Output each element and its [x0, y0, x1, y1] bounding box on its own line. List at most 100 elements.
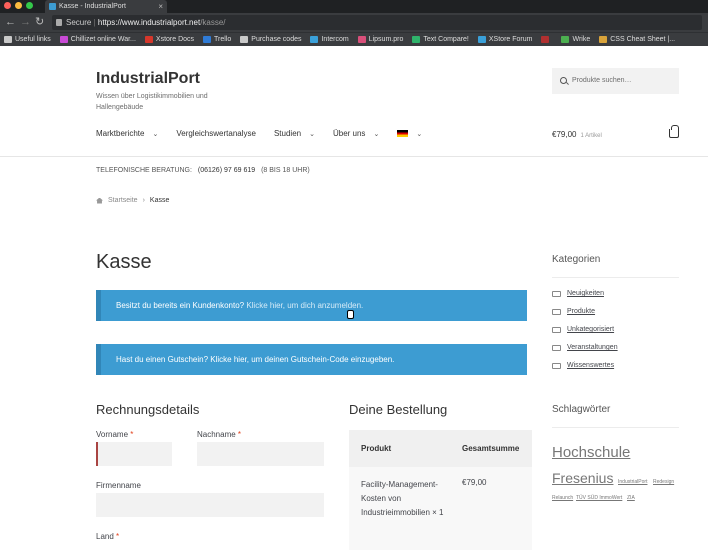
main-menu: Marktberichte ⌄ Vergleichswertanalyse Stu…	[96, 129, 440, 138]
basket-icon[interactable]	[669, 125, 679, 138]
required-mark: *	[237, 430, 242, 439]
order-title: Deine Bestellung	[349, 402, 448, 417]
menu-label: Studien	[273, 129, 302, 138]
bookmark-item[interactable]: XStore Forum	[477, 36, 532, 43]
menu-item-studien[interactable]: Studien ⌄	[274, 129, 315, 138]
url-host: https://www.industrialport.net	[97, 18, 201, 27]
tag-link[interactable]: Relaunch	[552, 495, 573, 501]
bookmark-favicon-icon	[144, 36, 153, 43]
categories-title: Kategorien	[552, 254, 601, 265]
category-item[interactable]: Veranstaltungen	[552, 344, 618, 351]
folder-icon	[552, 308, 561, 315]
bookmark-favicon-icon	[477, 36, 486, 43]
order-item-name: Facility-Management-Kosten von Industrie…	[361, 480, 444, 517]
tag-link[interactable]: ZIA	[627, 495, 635, 501]
bookmark-label: Lipsum.pro	[368, 36, 404, 43]
address-bar-row: ← → ↻ Secure | https://www.industrialpor…	[0, 13, 708, 32]
category-item[interactable]: Unkategorisiert	[552, 326, 614, 333]
language-switcher[interactable]: ⌄	[397, 129, 422, 138]
reload-icon[interactable]: ↻	[35, 16, 44, 29]
column-header-total: Gesamtsumme	[462, 444, 520, 453]
bookmark-label: Trello	[214, 36, 232, 43]
close-window-button[interactable]	[4, 2, 11, 9]
tag-link[interactable]: IndustrialPort	[618, 479, 647, 485]
column-header-product: Produkt	[361, 444, 392, 453]
site-logo[interactable]: IndustrialPort	[96, 70, 200, 88]
coupon-notice-text: Hast du einen Gutschein? Klicke hier, um…	[116, 355, 395, 364]
search-placeholder: Produkte suchen…	[572, 77, 632, 84]
tag-link[interactable]: Fresenius	[552, 470, 613, 486]
coupon-notice[interactable]: Hast du einen Gutschein? Klicke hier, um…	[96, 344, 527, 375]
menu-item-vergleichswertanalyse[interactable]: Vergleichswertanalyse	[176, 129, 256, 138]
tab-close-icon[interactable]: ×	[158, 0, 163, 13]
bookmark-favicon-icon	[357, 36, 366, 43]
bookmark-item[interactable]: Xstore Docs	[144, 36, 194, 43]
tag-link[interactable]: TÜV SÜD ImmoWert	[576, 495, 622, 501]
minimize-window-button[interactable]	[15, 2, 22, 9]
bookmark-favicon-icon	[59, 36, 68, 43]
bookmark-label: CSS Cheat Sheet |...	[610, 36, 676, 43]
phone-bar: TELEFONISCHE BERATUNG: (06126) 97 69 619…	[96, 167, 310, 174]
bookmark-item[interactable]	[541, 36, 552, 43]
folder-icon	[552, 326, 561, 333]
chevron-down-icon: ⌄	[373, 130, 380, 138]
maximize-window-button[interactable]	[26, 2, 33, 9]
cart-summary[interactable]: €79,00 1 Artikel	[552, 130, 602, 139]
tag-link[interactable]: Hochschule	[552, 444, 630, 461]
hand-cursor-icon	[347, 310, 354, 319]
category-label: Unkategorisiert	[567, 326, 615, 333]
bookmark-favicon-icon	[240, 36, 249, 43]
folder-icon	[552, 362, 561, 369]
last-name-field[interactable]	[197, 442, 324, 466]
last-name-label: Nachname *	[197, 430, 241, 439]
category-label: Produkte	[567, 308, 596, 315]
bookmark-item[interactable]: Lipsum.pro	[357, 36, 404, 43]
category-item[interactable]: Neuigkeiten	[552, 290, 604, 297]
page-title: Kasse	[96, 251, 152, 273]
breadcrumb: Startseite › Kasse	[96, 197, 169, 204]
company-label: Firmenname	[96, 481, 141, 490]
bookmark-item[interactable]: Trello	[203, 36, 231, 43]
sidebar-divider	[552, 277, 679, 278]
menu-label: Vergleichswertanalyse	[176, 129, 256, 138]
forward-arrow-icon[interactable]: →	[20, 16, 31, 29]
breadcrumb-separator: ›	[142, 197, 145, 204]
first-name-field[interactable]	[96, 442, 172, 466]
phone-number[interactable]: (06126) 97 69 619	[198, 167, 255, 174]
company-field[interactable]	[96, 493, 324, 517]
bookmark-item[interactable]: Purchase codes	[240, 36, 301, 43]
menu-label: Über uns	[332, 129, 366, 138]
browser-tab[interactable]: Kasse - IndustrialPort ×	[45, 0, 167, 13]
bookmark-label: Wrike	[572, 36, 591, 43]
tag-link[interactable]: Redesign	[653, 479, 674, 485]
category-item[interactable]: Wissenswertes	[552, 362, 614, 369]
bookmark-item[interactable]: Intercom	[310, 36, 349, 43]
menu-item-marktberichte[interactable]: Marktberichte ⌄	[96, 129, 158, 138]
cart-count: 1 Artikel	[580, 133, 602, 139]
category-item[interactable]: Produkte	[552, 308, 595, 315]
bookmark-favicon-icon	[599, 36, 608, 43]
german-flag-icon	[397, 130, 409, 137]
bookmark-item[interactable]: Text Compare!	[412, 36, 469, 43]
back-arrow-icon[interactable]: ←	[5, 16, 16, 29]
category-label: Wissenswertes	[567, 362, 615, 369]
login-link[interactable]: Klicke hier, um dich anzumelden.	[246, 301, 363, 310]
url-input[interactable]: Secure | https://www.industrialport.net/…	[52, 15, 702, 30]
bookmark-label: Text Compare!	[423, 36, 469, 43]
login-notice-text: Besitzt du bereits ein Kundenkonto?	[116, 301, 247, 310]
bookmark-item[interactable]: Chillizet online War...	[59, 36, 136, 43]
billing-title: Rechnungsdetails	[96, 402, 200, 417]
bookmark-item[interactable]: Useful links	[4, 36, 51, 43]
sidebar-divider	[552, 427, 679, 428]
label-text: Nachname	[197, 430, 236, 439]
required-mark: *	[130, 430, 134, 439]
bookmark-item[interactable]: Wrike	[561, 36, 590, 43]
tags-title: Schlagwörter	[552, 404, 611, 415]
menu-item-ueber-uns[interactable]: Über uns ⌄	[333, 129, 379, 138]
bookmark-favicon-icon	[561, 36, 570, 43]
bookmark-item[interactable]: CSS Cheat Sheet |...	[599, 36, 675, 43]
chevron-down-icon: ⌄	[309, 130, 315, 138]
url-path: /kasse/	[200, 18, 226, 27]
breadcrumb-home[interactable]: Startseite	[108, 197, 138, 204]
product-search-input[interactable]: Produkte suchen…	[552, 68, 679, 94]
